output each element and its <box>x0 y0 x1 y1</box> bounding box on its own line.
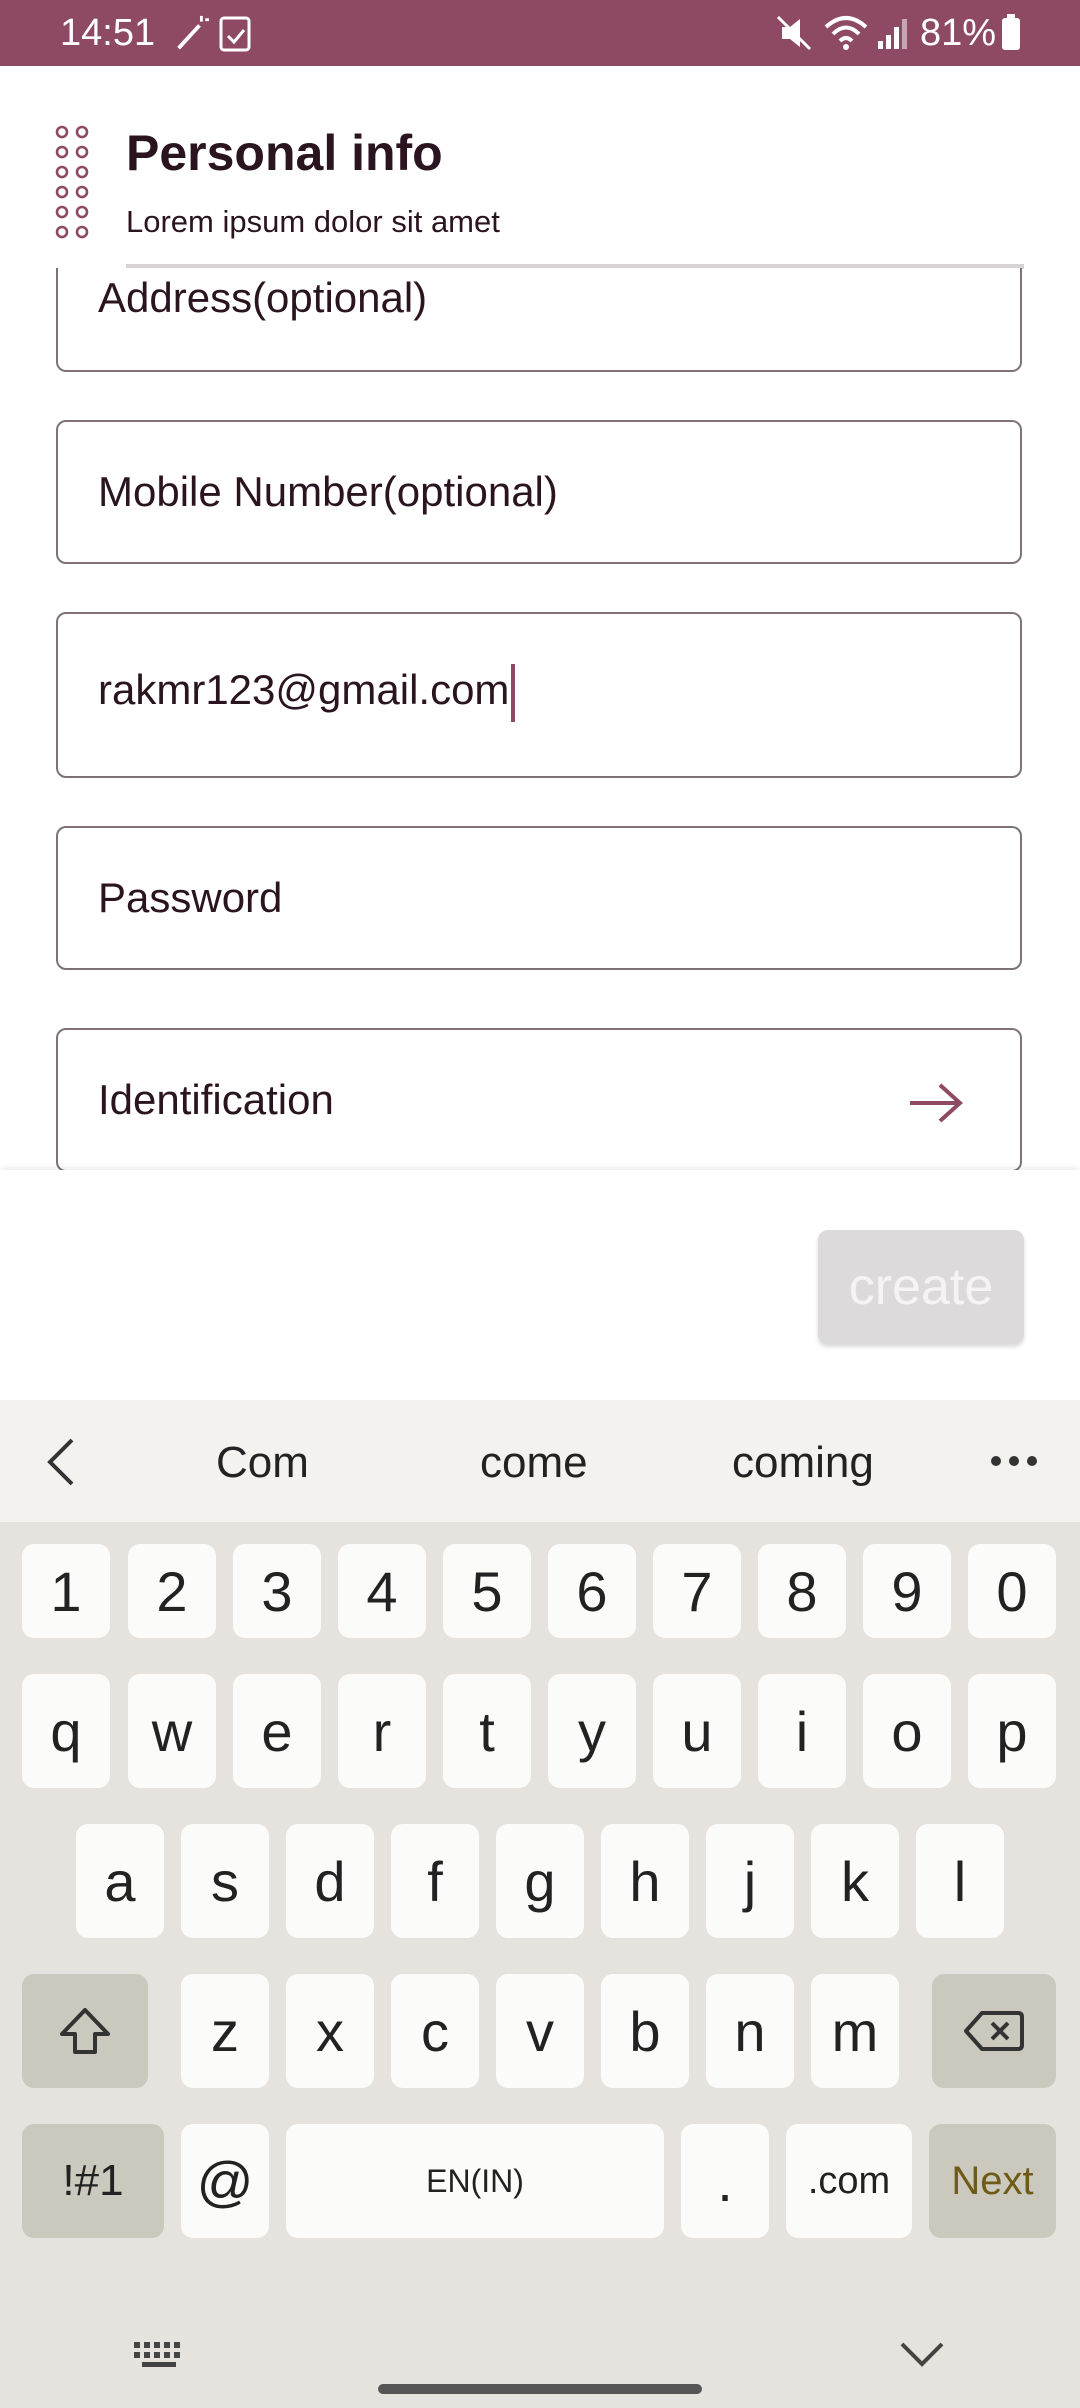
status-time: 14:51 <box>60 12 156 54</box>
key-k[interactable]: k <box>811 1824 899 1938</box>
more-options-icon[interactable] <box>990 1454 1038 1468</box>
keyboard-icon[interactable] <box>134 2340 188 2370</box>
page-title: Personal info <box>126 125 443 181</box>
create-button[interactable]: create <box>818 1230 1024 1344</box>
key-d[interactable]: d <box>286 1824 374 1938</box>
email-field[interactable]: rakmr123@gmail.com <box>56 612 1022 778</box>
key-p[interactable]: p <box>968 1674 1056 1788</box>
key-x[interactable]: x <box>286 1974 374 2088</box>
shift-icon <box>60 2008 110 2054</box>
key-0[interactable]: 0 <box>968 1544 1056 1638</box>
status-bar: 14:51 81% <box>0 0 1080 66</box>
app-logo-icon <box>55 125 89 239</box>
wifi-icon <box>824 16 868 50</box>
shift-key[interactable] <box>22 1974 148 2088</box>
key-z[interactable]: z <box>181 1974 269 2088</box>
address-field-label: Address(optional) <box>98 274 428 321</box>
suggestion-2[interactable]: come <box>480 1438 588 1488</box>
key-l[interactable]: l <box>916 1824 1004 1938</box>
key-v[interactable]: v <box>496 1974 584 2088</box>
password-field-label: Password <box>98 874 283 921</box>
key-8[interactable]: 8 <box>758 1544 846 1638</box>
key-3[interactable]: 3 <box>233 1544 321 1638</box>
signal-icon <box>878 19 907 49</box>
key-g[interactable]: g <box>496 1824 584 1938</box>
space-key[interactable]: EN(IN) <box>286 2124 664 2238</box>
email-value-text: rakmr123@gmail.com <box>98 666 510 714</box>
key-q[interactable]: q <box>22 1674 110 1788</box>
chevron-down-icon[interactable] <box>898 2340 946 2368</box>
key-2[interactable]: 2 <box>128 1544 216 1638</box>
key-t[interactable]: t <box>443 1674 531 1788</box>
chevron-left-icon[interactable] <box>42 1436 78 1488</box>
suggestion-strip: Com come coming <box>0 1400 1080 1522</box>
key-6[interactable]: 6 <box>548 1544 636 1638</box>
key-b[interactable]: b <box>601 1974 689 2088</box>
text-cursor <box>511 664 516 722</box>
key-f[interactable]: f <box>391 1824 479 1938</box>
key-1[interactable]: 1 <box>22 1544 110 1638</box>
key-r[interactable]: r <box>338 1674 426 1788</box>
key-w[interactable]: w <box>128 1674 216 1788</box>
arrow-right-icon[interactable] <box>908 1082 964 1124</box>
key-7[interactable]: 7 <box>653 1544 741 1638</box>
key-i[interactable]: i <box>758 1674 846 1788</box>
key-n[interactable]: n <box>706 1974 794 2088</box>
gesture-nav-bar[interactable] <box>378 2384 702 2394</box>
battery-icon <box>1002 14 1020 50</box>
suggestion-3[interactable]: coming <box>732 1438 874 1488</box>
key-o[interactable]: o <box>863 1674 951 1788</box>
key-5[interactable]: 5 <box>443 1544 531 1638</box>
key-h[interactable]: h <box>601 1824 689 1938</box>
key-a[interactable]: a <box>76 1824 164 1938</box>
key-4[interactable]: 4 <box>338 1544 426 1638</box>
key-s[interactable]: s <box>181 1824 269 1938</box>
mobile-number-field[interactable]: Mobile Number(optional) <box>56 420 1022 564</box>
identification-field-label: Identification <box>98 1076 334 1123</box>
mobile-number-field-label: Mobile Number(optional) <box>98 468 558 515</box>
magic-wand-icon <box>177 15 209 50</box>
battery-percent: 81% <box>920 12 997 54</box>
key-u[interactable]: u <box>653 1674 741 1788</box>
suggestion-1[interactable]: Com <box>216 1438 309 1488</box>
next-key[interactable]: Next <box>929 2124 1056 2238</box>
backspace-icon <box>964 2011 1024 2051</box>
password-field[interactable]: Password <box>56 826 1022 970</box>
page-subtitle: Lorem ipsum dolor sit amet <box>126 204 500 239</box>
symbols-key[interactable]: !#1 <box>22 2124 164 2238</box>
key-e[interactable]: e <box>233 1674 321 1788</box>
period-key[interactable]: . <box>681 2124 769 2238</box>
dotcom-key[interactable]: .com <box>786 2124 912 2238</box>
address-field[interactable]: Address(optional) <box>56 268 1022 372</box>
keyboard: 1 2 3 4 5 6 7 8 9 0 q w e r t y u i o p … <box>0 1522 1080 2408</box>
key-c[interactable]: c <box>391 1974 479 2088</box>
key-y[interactable]: y <box>548 1674 636 1788</box>
clipboard-check-icon <box>219 16 251 52</box>
mute-icon <box>776 15 812 51</box>
backspace-key[interactable] <box>932 1974 1056 2088</box>
key-m[interactable]: m <box>811 1974 899 2088</box>
identification-field[interactable]: Identification <box>56 1028 1022 1172</box>
at-key[interactable]: @ <box>181 2124 269 2238</box>
key-9[interactable]: 9 <box>863 1544 951 1638</box>
email-field-value: rakmr123@gmail.com <box>98 664 516 722</box>
key-j[interactable]: j <box>706 1824 794 1938</box>
